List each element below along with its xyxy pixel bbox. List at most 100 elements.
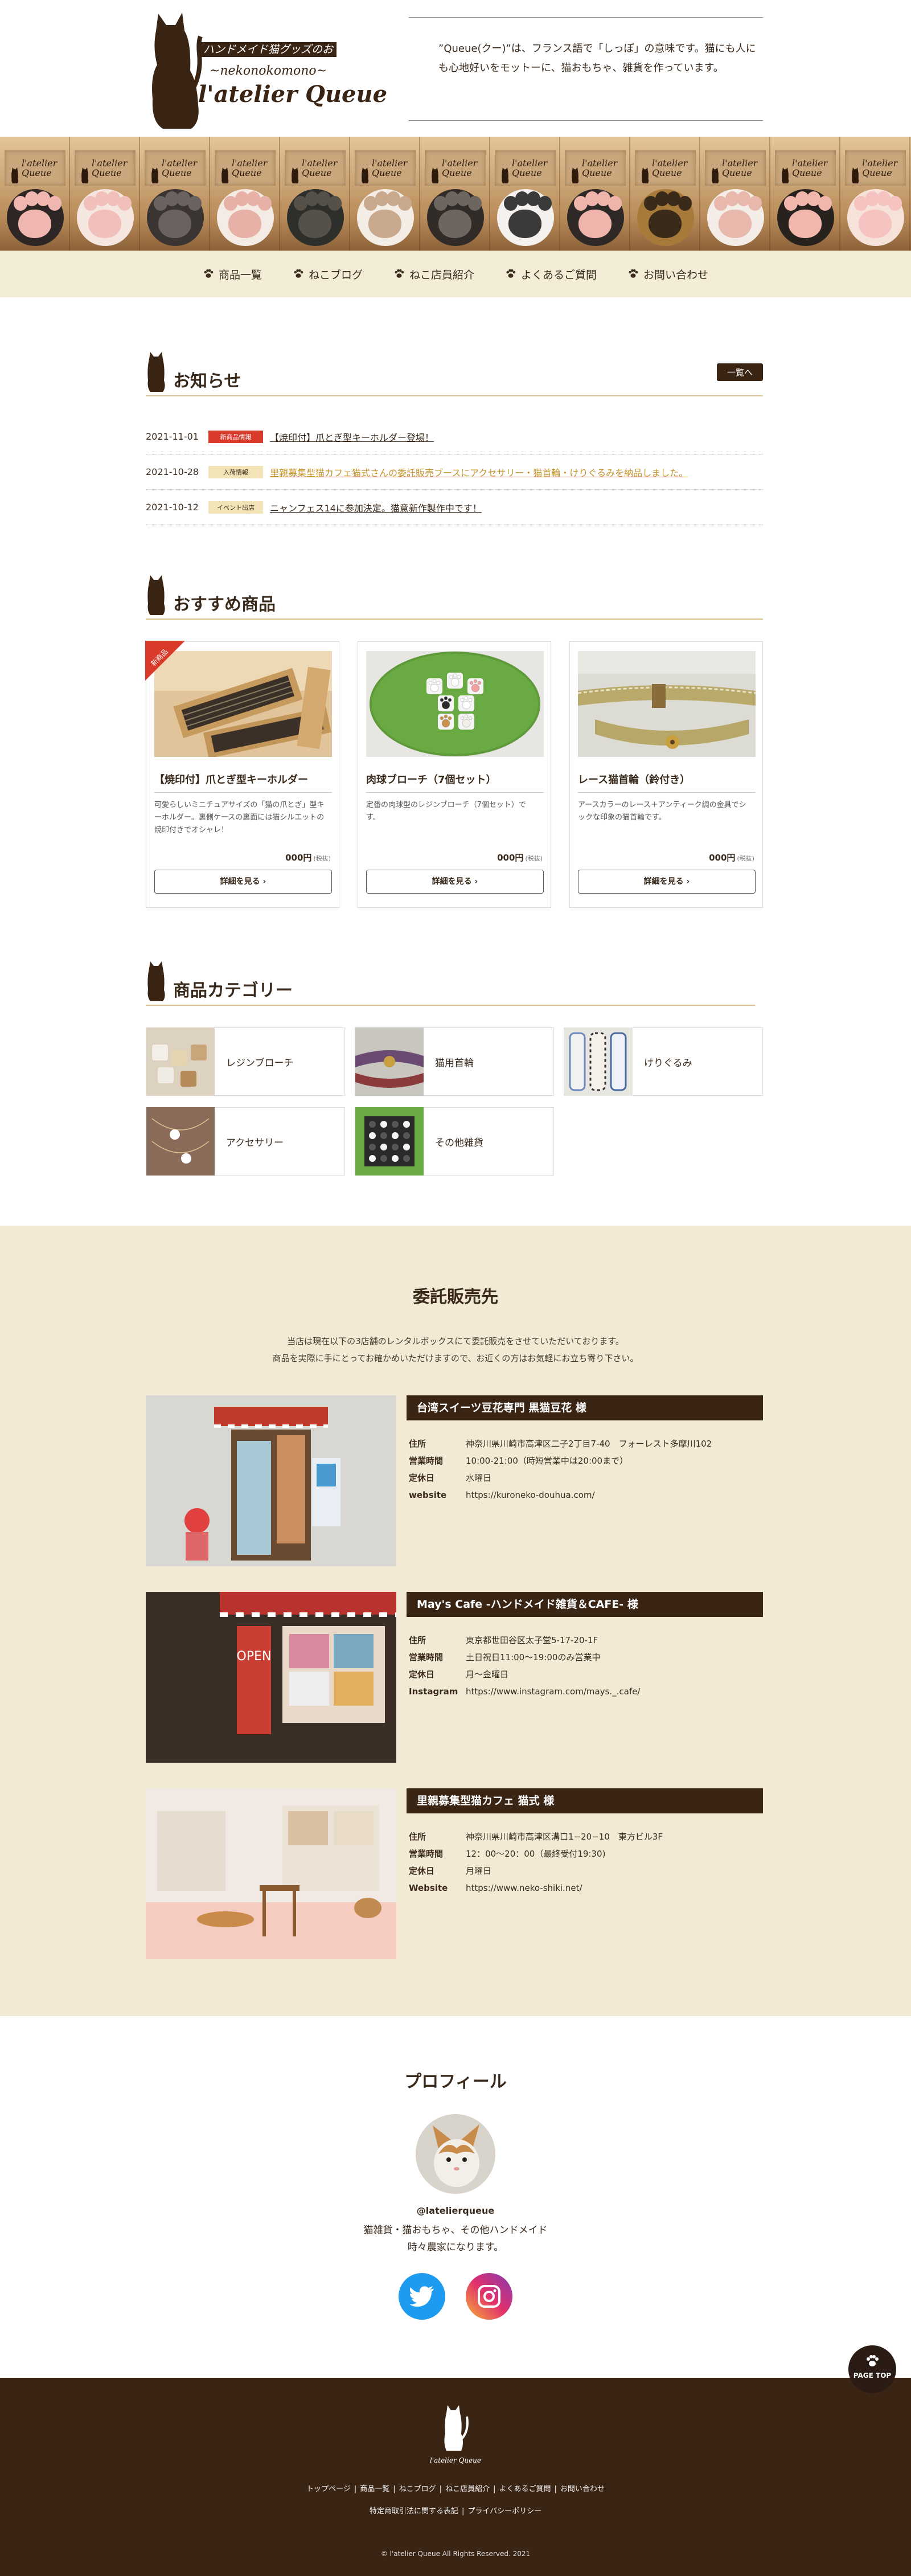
product-price: 000円 (税抜): [497, 851, 543, 863]
paw-toe: [888, 196, 902, 211]
paw-main-pad: [789, 210, 822, 238]
paw-toe: [608, 196, 622, 211]
news-link[interactable]: 里親募集型猫カフェ猫式さんの委託販売ブースにアクセサリー・猫首輪・けりぐるみを納…: [270, 465, 688, 479]
category-tile[interactable]: アクセサリー: [146, 1107, 345, 1176]
footer-cat-logo-icon: [444, 2405, 469, 2451]
news-badge: イベント出店: [208, 501, 263, 514]
shop-detail-value[interactable]: https://www.instagram.com/mays._.cafe/: [466, 1683, 640, 1700]
paw-toe: [328, 196, 342, 211]
banner-tag-text: l'atelier Queue: [652, 158, 688, 178]
footer-link[interactable]: 特定商取引法に関する表記: [370, 2507, 458, 2516]
banner-tag: l'atelier Queue: [355, 150, 416, 186]
product-card: レース猫首輪（鈴付き） アースカラーのレース＋アンティーク調の金具でシックな印象…: [569, 641, 763, 908]
twitter-bird-icon: [409, 2286, 434, 2307]
news-date: 2021-10-12: [146, 502, 199, 513]
paw-toe: [468, 196, 482, 211]
footer-link[interactable]: よくあるご質問: [499, 2485, 551, 2493]
banner-tag-text: l'atelier Queue: [722, 158, 758, 178]
product-price: 000円 (税抜): [709, 851, 754, 863]
banner-tag: l'atelier Queue: [495, 150, 556, 186]
profile-handle: @latelierqueue: [416, 2205, 495, 2216]
price-suffix: (税抜): [737, 855, 754, 862]
product-detail-button[interactable]: 詳細を見る ›: [154, 870, 332, 894]
news-more-button[interactable]: 一覧へ: [716, 363, 763, 381]
banner-tag: l'atelier Queue: [775, 150, 836, 186]
paw-icon: [629, 269, 638, 278]
footer-link[interactable]: プライバシーポリシー: [467, 2507, 541, 2516]
banner-paw-tile: l'atelier Queue: [140, 137, 210, 251]
footer-logo-text: l'atelier Queue: [429, 2456, 482, 2464]
price-suffix: (税抜): [313, 855, 331, 862]
banner-paw-tile: l'atelier Queue: [280, 137, 350, 251]
nav-item[interactable]: よくあるご質問: [505, 267, 597, 282]
category-tile[interactable]: 猫用首輪: [355, 1027, 554, 1096]
shop-name: 里親募集型猫カフェ 猫式 様: [407, 1788, 763, 1813]
chevron-right-icon: ›: [686, 877, 690, 886]
page-top-button[interactable]: PAGE TOP: [848, 2345, 896, 2393]
news-row: 2021-10-12 イベント出店 ニャンフェス14に参加決定。猫意新作製作中で…: [146, 490, 763, 525]
category-tile[interactable]: その他雑貨: [355, 1107, 554, 1176]
shop-name: May's Cafe -ハンドメイド雑貨＆CAFE- 様: [407, 1592, 763, 1617]
shop-details: 住所 東京都世田谷区太子堂5-17-20-1F 営業時間 土日祝日11:00〜19:0…: [409, 1632, 640, 1700]
category-tile[interactable]: けりぐるみ: [564, 1027, 763, 1096]
news-list: 2021-11-01 新商品情報 【焼印付】爪とぎ型キーホルダー登場！ 2021-…: [146, 419, 763, 525]
banner-paw-tile: l'atelier Queue: [770, 137, 840, 251]
shop-detail-key: 定休日: [409, 1669, 435, 1680]
paw-toe: [748, 196, 762, 211]
nav-item[interactable]: ねこブログ: [293, 267, 363, 282]
instagram-button[interactable]: [466, 2273, 512, 2320]
cat-silhouette-icon: [147, 575, 165, 615]
banner-tag: l'atelier Queue: [425, 150, 486, 186]
footer-link[interactable]: ねこブログ: [399, 2485, 436, 2493]
twitter-button[interactable]: [399, 2273, 445, 2320]
category-thumb: [564, 1027, 633, 1096]
divider: |: [461, 2507, 465, 2516]
product-image[interactable]: [578, 651, 756, 757]
footer-link[interactable]: 商品一覧: [360, 2485, 389, 2493]
consignment-lead: 当店は現在以下の3店舗のレンタルボックスにて委託販売をさせていただいております。…: [0, 1333, 911, 1367]
cat-photo-avatar: [416, 2114, 495, 2194]
shop-detail-key: website: [409, 1490, 447, 1500]
category-tile[interactable]: レジンブローチ: [146, 1027, 345, 1096]
nav-item[interactable]: 商品一覧: [203, 267, 262, 282]
paw-main-pad: [578, 210, 612, 238]
paw-icon: [506, 269, 516, 278]
category-label: その他雑貨: [435, 1137, 483, 1149]
nav-item[interactable]: ねこ店員紹介: [393, 267, 474, 282]
shop-entry: 里親募集型猫カフェ 猫式 様 住所 神奈川県川崎市高津区溝口1−20−10 東方ビ…: [146, 1788, 763, 1959]
nav-item[interactable]: お問い合わせ: [627, 267, 708, 282]
banner-tag-text: l'atelier Queue: [512, 158, 548, 178]
cat-silhouette-icon: [292, 167, 299, 183]
product-description: 可愛らしいミニチュアサイズの「猫の爪とぎ」型キーホルダー。裏側ケースの裏面には猫…: [154, 801, 325, 834]
product-detail-button[interactable]: 詳細を見る ›: [366, 870, 544, 894]
news-link[interactable]: 【焼印付】爪とぎ型キーホルダー登場！: [270, 430, 434, 444]
banner-tag: l'atelier Queue: [635, 150, 696, 186]
paw-main-pad: [859, 210, 892, 238]
product-detail-button[interactable]: 詳細を見る ›: [578, 870, 756, 894]
divider: |: [554, 2485, 557, 2493]
profile-description: 猫雑貨・猫おもちゃ、その他ハンドメイド 時々農家になります。: [0, 2222, 911, 2256]
banner-tag: l'atelier Queue: [145, 150, 206, 186]
product-image[interactable]: [366, 651, 544, 757]
cat-silhouette-icon: [432, 167, 439, 183]
paw-toe: [398, 196, 412, 211]
hero-banner: l'atelier Queue l'atelier Queue l'atelie…: [0, 137, 911, 251]
footer-link[interactable]: ねこ店員紹介: [445, 2485, 490, 2493]
footer-link[interactable]: お問い合わせ: [560, 2485, 605, 2493]
shop-detail-value[interactable]: https://kuroneko-douhua.com/: [466, 1486, 712, 1504]
banner-tag-text: l'atelier Queue: [302, 158, 338, 178]
shop-detail-key: 営業時間: [409, 1849, 444, 1859]
shop-detail-value[interactable]: https://www.neko-shiki.net/: [466, 1879, 663, 1897]
paw-toe: [188, 196, 202, 211]
shop-name: l'atelier Queue: [198, 81, 388, 108]
site-logo[interactable]: ハンドメイド猫グッズのお店 ~nekonokomono~ l'atelier Q…: [146, 8, 391, 130]
product-card: 新商品 【焼印付】爪とぎ型キーホルダー 可愛らしいミニチュアサイズの「猫の爪とぎ…: [145, 641, 339, 908]
recommend-heading: おすすめ商品: [146, 575, 763, 620]
footer-link[interactable]: トップページ: [306, 2485, 351, 2493]
news-link[interactable]: ニャンフェス14に参加決定。猫意新作製作中です！: [270, 501, 482, 514]
paw-icon: [294, 269, 303, 278]
banner-tag-text: l'atelier Queue: [22, 158, 58, 178]
shop-photo: [146, 1395, 396, 1566]
shop-entry: OPEN May's Cafe -ハンドメイド雑貨＆CAFE- 様 住所 東京都世…: [146, 1592, 763, 1763]
recommend-section: おすすめ商品 新商品 【焼印付】爪とぎ型キーホルダー 可愛らしいミニチュアサイズ…: [145, 575, 763, 908]
